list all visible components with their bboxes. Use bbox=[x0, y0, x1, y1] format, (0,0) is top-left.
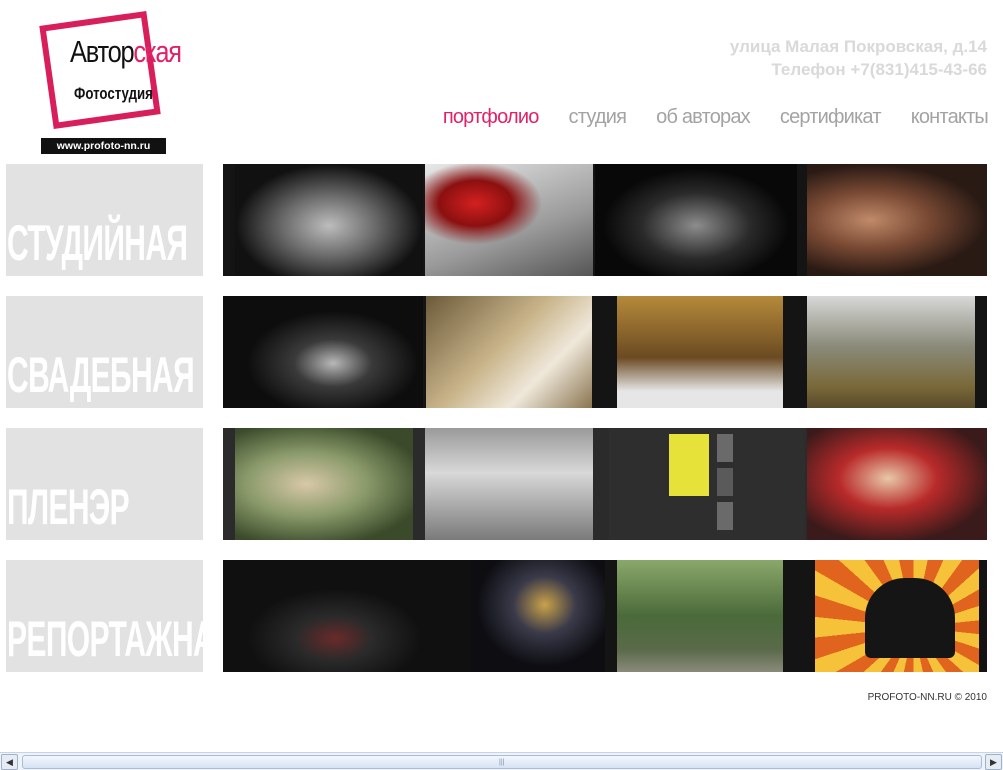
category-studio-button[interactable]: СТУДИЙНАЯ bbox=[6, 164, 203, 276]
category-wedding-button[interactable]: СВАДЕБНАЯ bbox=[6, 296, 203, 408]
photo-man-warehouse bbox=[425, 428, 593, 540]
portfolio-row-reportage: РЕПОРТАЖНАЯ bbox=[6, 560, 987, 672]
nav-contacts[interactable]: контакты bbox=[911, 106, 989, 129]
nav-authors[interactable]: об авторах bbox=[656, 106, 751, 129]
scrollbar-thumb[interactable]: ||| bbox=[22, 755, 982, 769]
photo-woman-hat bbox=[235, 428, 413, 540]
category-label: ПЛЕНЭР bbox=[7, 479, 130, 535]
photo-strip[interactable] bbox=[223, 428, 987, 540]
photo-church bbox=[617, 296, 783, 408]
photo-photographer-poster bbox=[815, 560, 979, 672]
photo-strip[interactable] bbox=[223, 296, 987, 408]
photo-wedding-dark bbox=[223, 296, 423, 408]
photo-strip[interactable] bbox=[223, 560, 987, 672]
category-label: РЕПОРТАЖНАЯ bbox=[7, 611, 203, 667]
nav-certificate[interactable]: сертификат bbox=[780, 106, 882, 129]
logo-url: www.profoto-nn.ru bbox=[41, 138, 166, 154]
phone-text: Телефон +7(831)415-43-66 bbox=[771, 60, 987, 79]
arrow-right-icon: ▶ bbox=[990, 757, 997, 767]
grip-icon: ||| bbox=[499, 759, 505, 766]
photo-album-page bbox=[609, 428, 805, 540]
photo-red-scarf bbox=[807, 428, 987, 540]
photo-face-art bbox=[807, 164, 987, 276]
portfolio-row-wedding: СВАДЕБНАЯ bbox=[6, 296, 987, 408]
photo-ruins-bride bbox=[807, 296, 975, 408]
scroll-right-button[interactable]: ▶ bbox=[985, 754, 1002, 770]
category-reportage-button[interactable]: РЕПОРТАЖНАЯ bbox=[6, 560, 203, 672]
main-nav: портфолио студия об авторах сертификат к… bbox=[443, 106, 989, 129]
photo-group bbox=[595, 164, 797, 276]
copyright-text: PROFOTO-NN.RU © 2010 bbox=[867, 692, 987, 703]
portfolio-row-outdoor: ПЛЕНЭР bbox=[6, 428, 987, 540]
portfolio-row-studio: СТУДИЙНАЯ bbox=[6, 164, 987, 276]
arrow-left-icon: ◀ bbox=[6, 757, 13, 767]
horizontal-scrollbar[interactable]: ◀ ||| ▶ bbox=[0, 752, 1003, 770]
studio-logo[interactable]: Авторская Фотостудия www.profoto-nn.ru bbox=[39, 8, 200, 156]
photo-bride-flowers bbox=[426, 296, 592, 408]
category-label: СТУДИЙНАЯ bbox=[7, 215, 188, 271]
photo-couple bbox=[235, 164, 423, 276]
category-outdoor-button[interactable]: ПЛЕНЭР bbox=[6, 428, 203, 540]
photo-chair-pose bbox=[223, 560, 471, 672]
nav-studio[interactable]: студия bbox=[569, 106, 627, 129]
photo-strip[interactable] bbox=[223, 164, 987, 276]
scroll-left-button[interactable]: ◀ bbox=[1, 754, 18, 770]
photo-red-dress bbox=[425, 164, 593, 276]
photo-saxophone bbox=[471, 560, 605, 672]
category-label: СВАДЕБНАЯ bbox=[7, 347, 195, 403]
photo-park-family bbox=[617, 560, 783, 672]
logo-title: Авторская bbox=[70, 34, 182, 69]
nav-portfolio[interactable]: портфолио bbox=[443, 106, 540, 129]
logo-subtitle: Фотостудия bbox=[74, 84, 153, 103]
address-text: улица Малая Покровская, д.14 bbox=[729, 37, 987, 56]
